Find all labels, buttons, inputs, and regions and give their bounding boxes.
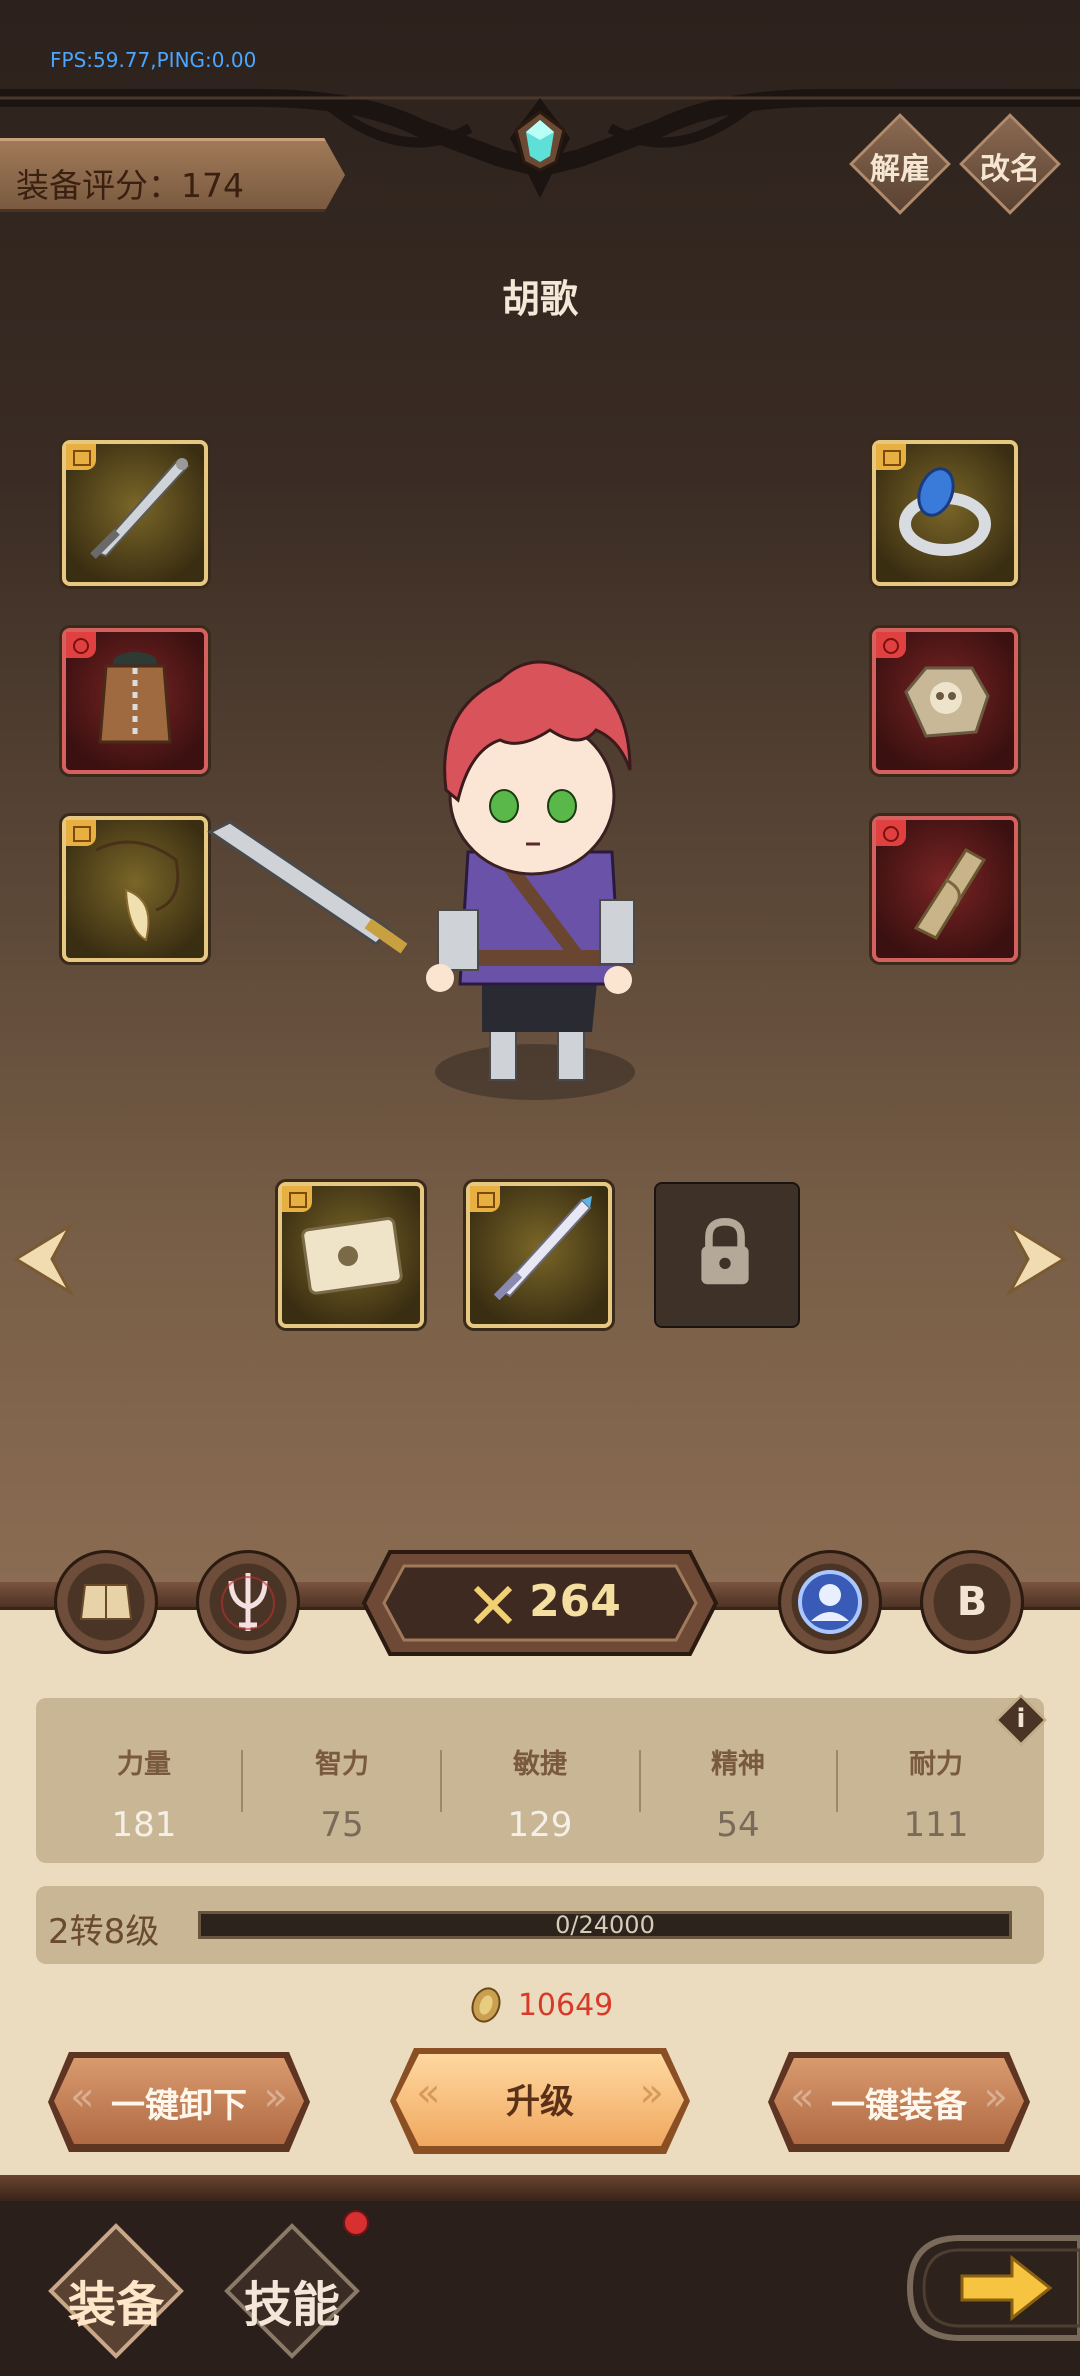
- scroll-icon: [301, 1217, 403, 1295]
- equip-all-button[interactable]: «» 一键装备: [768, 2052, 1030, 2152]
- hero-scene: FPS:59.77,PING:0.00 装备评分：174 解雇 改名 胡歌: [0, 0, 1080, 1590]
- skills-notification-dot: [343, 2210, 369, 2236]
- exp-text: 0/24000: [555, 1911, 655, 1939]
- combat-power-value: 264: [529, 1576, 621, 1627]
- horn-necklace-icon: [95, 840, 180, 942]
- crystal-sword-icon: [493, 1196, 592, 1301]
- extra-slot-crystal-sword[interactable]: [466, 1182, 612, 1328]
- equip-slot-sword[interactable]: [62, 440, 208, 586]
- stat-intelligence: 智力 75: [315, 1749, 369, 1845]
- stats-info-button[interactable]: i: [995, 1694, 1047, 1746]
- equipment-book-button[interactable]: [54, 1550, 158, 1654]
- exp-bar: 0/24000: [198, 1911, 1012, 1939]
- stat-strength: 力量 181: [111, 1749, 177, 1845]
- hero-character: [207, 660, 635, 1100]
- equip-slot-ring[interactable]: [872, 440, 1018, 586]
- stats-box: 力量 181 智力 75 敏捷 129 精神 54 耐力 111: [36, 1698, 1044, 1863]
- dismiss-button[interactable]: 解雇: [849, 113, 951, 215]
- extra-slot-scroll[interactable]: [278, 1182, 424, 1328]
- level-box: 2转8级 0/24000: [36, 1886, 1044, 1964]
- person-icon: [798, 1570, 862, 1634]
- ring-icon: [899, 467, 991, 556]
- equip-slot-necklace[interactable]: [62, 816, 208, 962]
- combat-power-plate: 264: [360, 1546, 720, 1660]
- hero-name: 胡歌: [501, 277, 578, 321]
- tab-skills[interactable]: 技能: [222, 2221, 362, 2361]
- stat-agility: 敏捷 129: [507, 1749, 573, 1845]
- leg-bone-icon: [913, 848, 987, 940]
- unequip-all-button[interactable]: «» 一键卸下: [48, 2052, 310, 2152]
- vest-icon: [98, 652, 172, 744]
- trident-button[interactable]: [196, 1550, 300, 1654]
- extra-slot-locked[interactable]: [654, 1182, 800, 1328]
- fps-counter: FPS:59.77,PING:0.00: [50, 48, 257, 72]
- rename-button[interactable]: 改名: [959, 113, 1061, 215]
- avatar-button[interactable]: [778, 1550, 882, 1654]
- prev-hero-arrow[interactable]: [12, 1222, 76, 1296]
- level-label: 2转8级: [48, 1912, 160, 1952]
- skull-stone-icon: [904, 666, 990, 738]
- back-button[interactable]: [900, 2228, 1080, 2348]
- lock-icon: [701, 1218, 749, 1285]
- equip-slot-skull-stone[interactable]: [872, 628, 1018, 774]
- info-icon: i: [1016, 1704, 1026, 1734]
- stat-stamina: 耐力 111: [903, 1749, 969, 1845]
- gold-coin-icon: [471, 1987, 501, 2023]
- gold-cost: 10649: [0, 1986, 1080, 2024]
- stat-spirit: 精神 54: [711, 1749, 765, 1845]
- tab-equipment[interactable]: 装备: [46, 2221, 186, 2361]
- sword-icon: [90, 458, 190, 559]
- b-button[interactable]: B: [920, 1550, 1024, 1654]
- equipment-rating: 装备评分：174: [0, 138, 345, 212]
- equip-slot-leg-bone[interactable]: [872, 816, 1018, 962]
- book-icon: [79, 1584, 133, 1620]
- next-hero-arrow[interactable]: [1004, 1222, 1068, 1296]
- gold-amount: 10649: [517, 1987, 614, 2023]
- trident-icon: [221, 1573, 275, 1631]
- upgrade-button[interactable]: «» 升级: [390, 2048, 690, 2154]
- equip-slot-armor[interactable]: [62, 628, 208, 774]
- gem-icon: [514, 110, 566, 172]
